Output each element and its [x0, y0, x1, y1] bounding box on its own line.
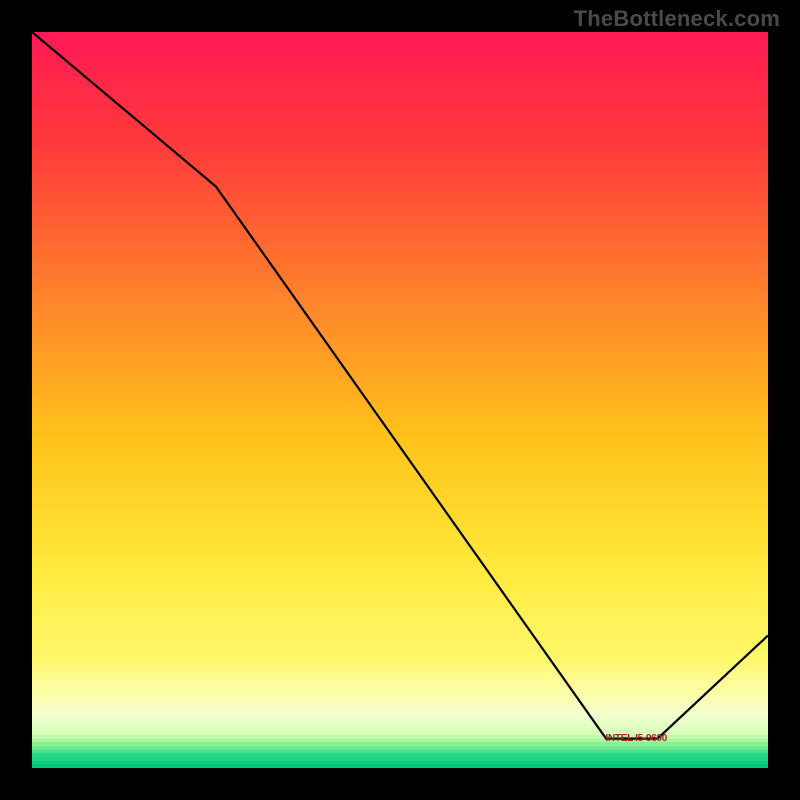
plot-area: INTEL I5-9600	[32, 32, 768, 768]
bottleneck-curve	[32, 32, 768, 768]
watermark-text: TheBottleneck.com	[574, 6, 780, 32]
curve-path	[32, 32, 768, 739]
chart-frame: TheBottleneck.com INTEL I5-9600	[0, 0, 800, 800]
cpu-marker-label: INTEL I5-9600	[606, 733, 668, 744]
